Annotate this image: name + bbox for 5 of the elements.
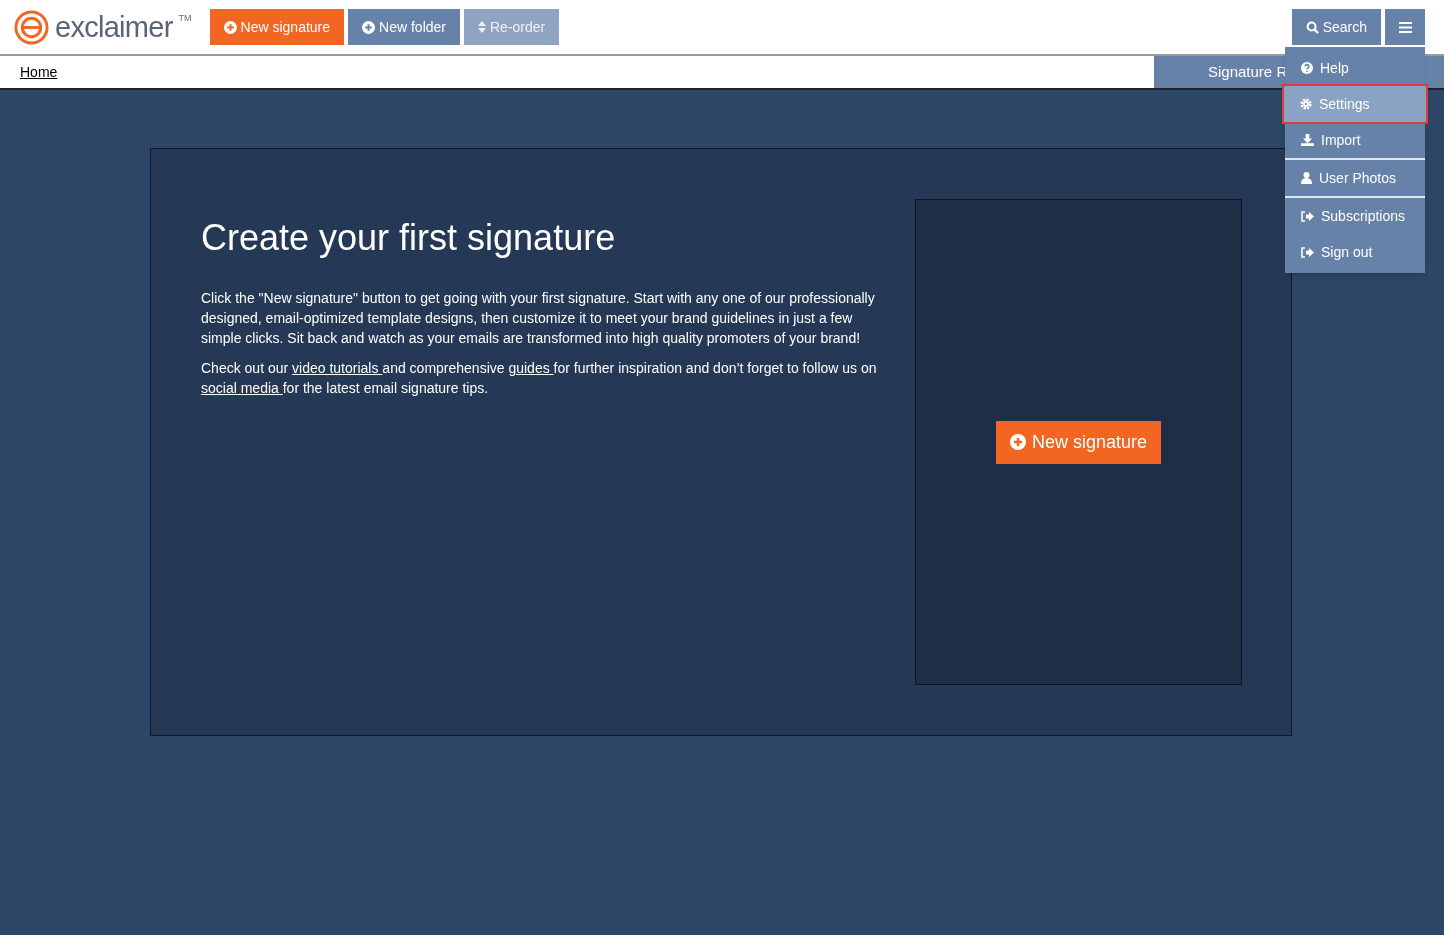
logo-text: exclaimer: [55, 12, 173, 42]
intro-paragraph: Click the "New signature" button to get going with your first signature. Start with any one of our professionally designed, email-optimized template designs, then customize it to meet your brand guidelines in just a few simple clicks. Sit back and watch as your emails are transformed into high quality promoters of your brand!: [201, 289, 876, 348]
trademark: TM: [178, 11, 192, 25]
links-paragraph: Check out our video tutorials and comprehensive guides for further inspiration and don’t forget to follow us on social media for the latest email signature tips.: [201, 359, 878, 398]
page-heading: Create your first signature: [201, 216, 617, 260]
